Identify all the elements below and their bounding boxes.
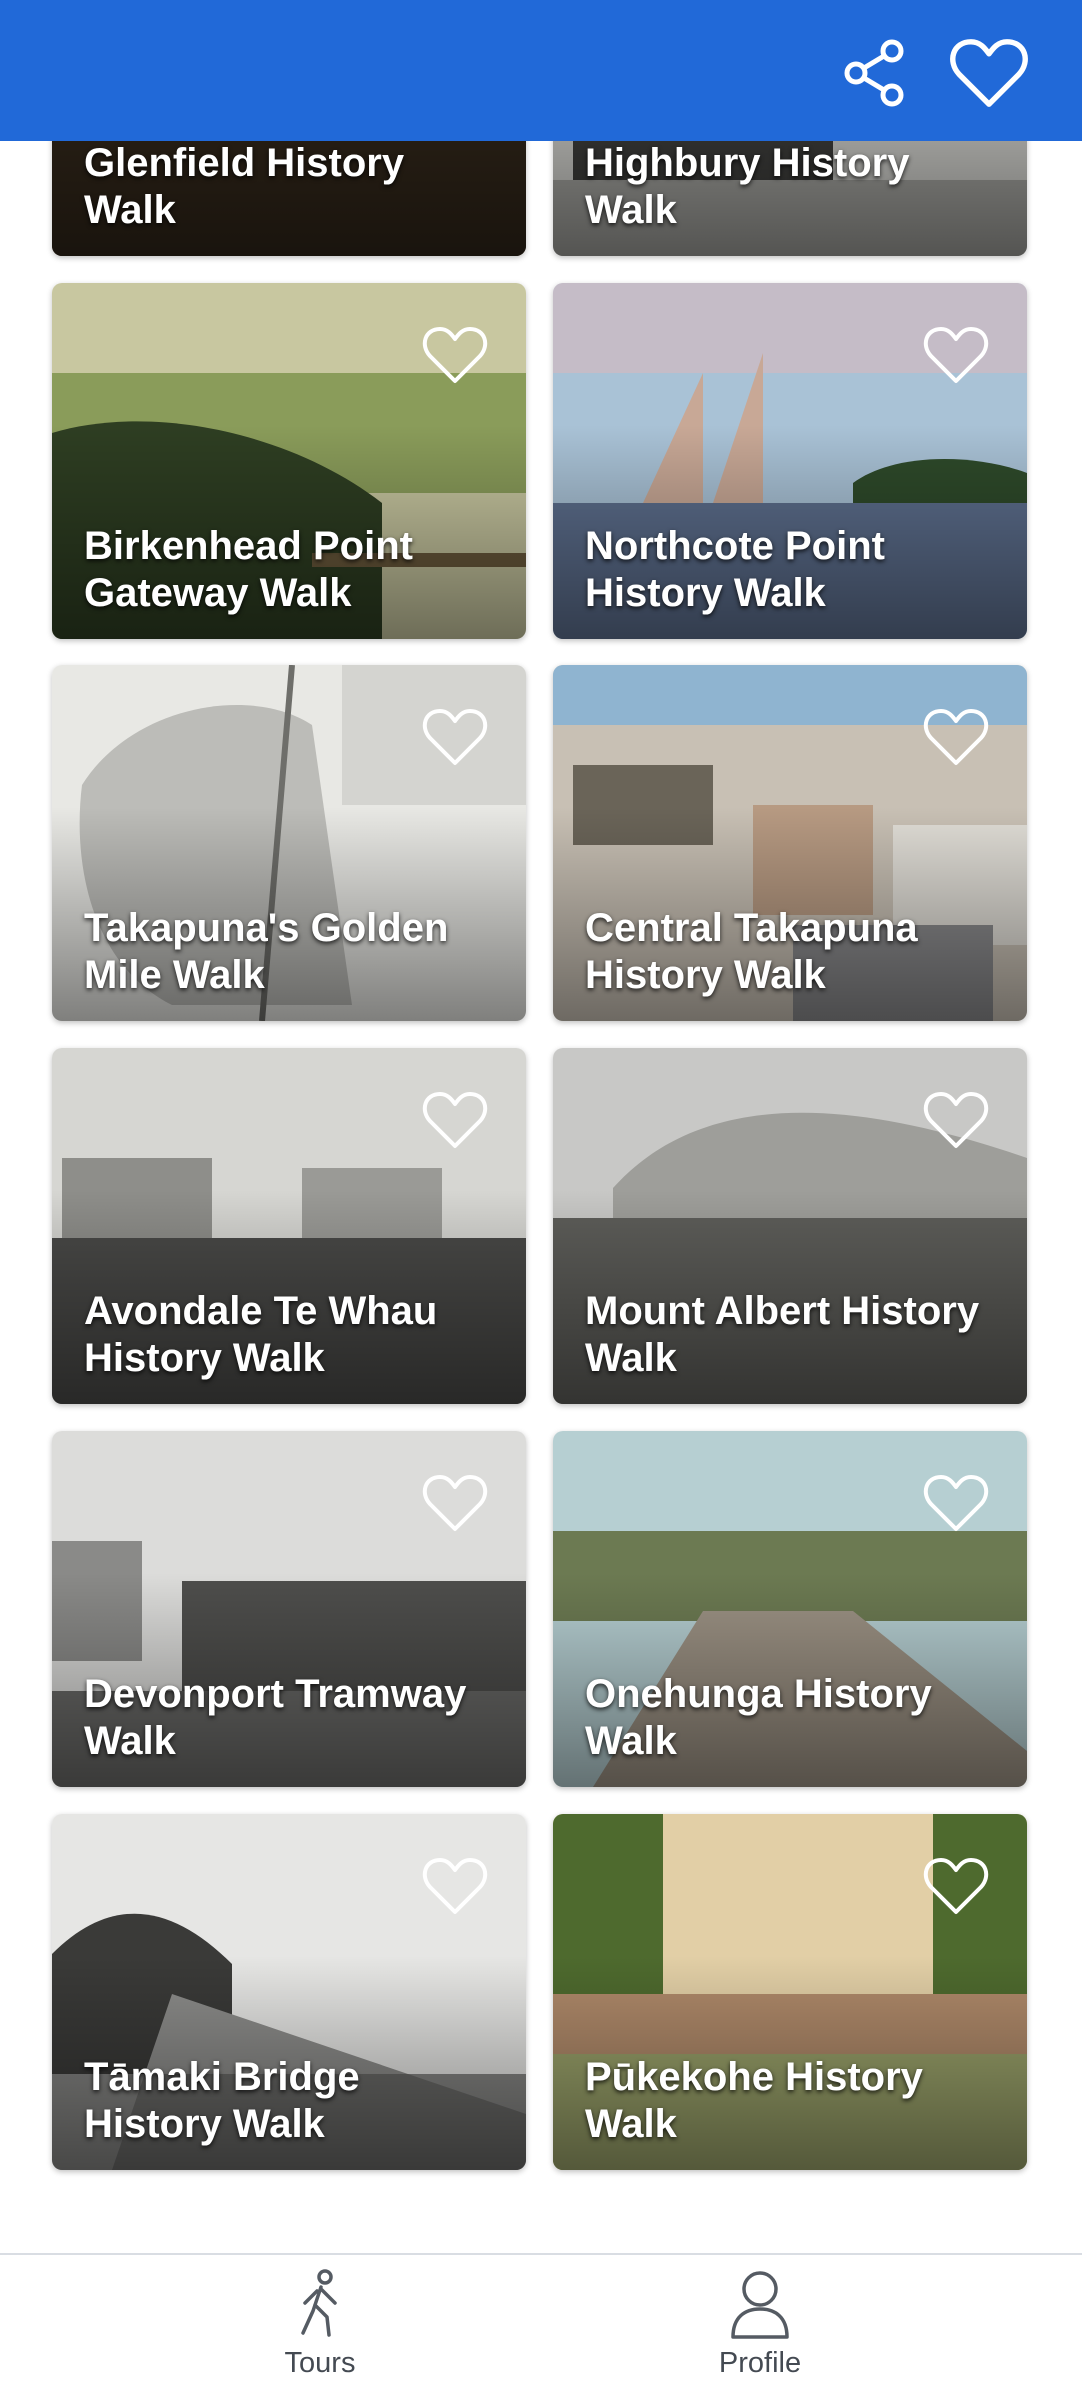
- tour-card[interactable]: Onehunga History Walk: [553, 1431, 1027, 1787]
- tour-card[interactable]: Takapuna's Golden Mile Walk: [52, 665, 526, 1021]
- share-icon: [844, 39, 904, 107]
- tour-card[interactable]: Avondale Te Whau History Walk: [52, 1048, 526, 1404]
- bottom-nav: Tours Profile: [0, 2253, 1082, 2404]
- tour-title: Takapuna's Golden Mile Walk: [84, 906, 449, 997]
- heart-outline-icon[interactable]: [923, 707, 989, 767]
- person-icon: [731, 2271, 789, 2339]
- tour-title: Central Takapuna History Walk: [585, 906, 918, 997]
- heart-outline-icon[interactable]: [422, 1090, 488, 1150]
- tour-title: Pūkekohe History Walk: [585, 2055, 923, 2146]
- heart-outline-icon[interactable]: [422, 325, 488, 385]
- nav-profile-label: Profile: [718, 2347, 802, 2379]
- walking-person-icon: [301, 2269, 337, 2337]
- favorite-button[interactable]: [946, 30, 1032, 116]
- app-header: [0, 0, 1082, 141]
- tour-card[interactable]: Mount Albert History Walk: [553, 1048, 1027, 1404]
- tour-title: Birkenhead Point Gateway Walk: [84, 524, 413, 615]
- tour-card[interactable]: Birkenhead Point Gateway Walk: [52, 283, 526, 639]
- tour-card[interactable]: Northcote Point History Walk: [553, 283, 1027, 639]
- tour-card[interactable]: Devonport Tramway Walk: [52, 1431, 526, 1787]
- tour-title: Glenfield History Walk: [84, 141, 405, 232]
- tour-card[interactable]: Tāmaki Bridge History Walk: [52, 1814, 526, 2170]
- nav-tours-label: Tours: [284, 2347, 356, 2379]
- tour-card[interactable]: Pūkekohe History Walk: [553, 1814, 1027, 2170]
- tours-grid: Glenfield History Walk Highbury History …: [0, 0, 1082, 2402]
- tour-card[interactable]: Central Takapuna History Walk: [553, 665, 1027, 1021]
- heart-outline-icon[interactable]: [923, 1856, 989, 1916]
- tour-title: Onehunga History Walk: [585, 1672, 932, 1763]
- nav-tours[interactable]: Tours: [170, 2255, 470, 2404]
- tour-title: Tāmaki Bridge History Walk: [84, 2055, 360, 2146]
- heart-outline-icon[interactable]: [923, 1473, 989, 1533]
- heart-outline-icon[interactable]: [422, 1856, 488, 1916]
- share-button[interactable]: [832, 30, 918, 116]
- tour-title: Highbury History Walk: [585, 141, 910, 232]
- heart-outline-icon[interactable]: [422, 1473, 488, 1533]
- tour-title: Northcote Point History Walk: [585, 524, 885, 615]
- heart-outline-icon[interactable]: [923, 325, 989, 385]
- heart-outline-icon[interactable]: [422, 707, 488, 767]
- tour-title: Devonport Tramway Walk: [84, 1672, 467, 1763]
- nav-profile[interactable]: Profile: [610, 2255, 910, 2404]
- heart-outline-icon: [950, 39, 1028, 107]
- tour-title: Avondale Te Whau History Walk: [84, 1289, 438, 1380]
- heart-outline-icon[interactable]: [923, 1090, 989, 1150]
- tour-title: Mount Albert History Walk: [585, 1289, 980, 1380]
